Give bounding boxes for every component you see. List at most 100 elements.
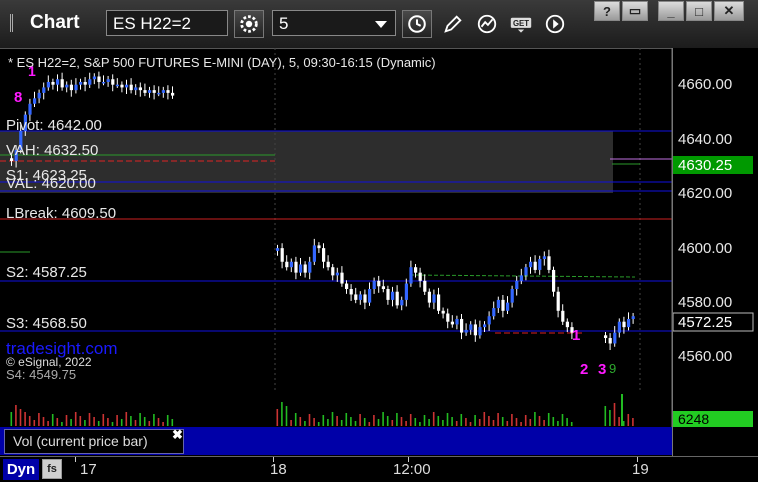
candle: [464, 329, 468, 333]
pivot-label: Pivot: 4642.00: [6, 117, 102, 134]
candle: [381, 286, 385, 289]
clock-button[interactable]: [402, 10, 432, 38]
candle: [608, 338, 612, 344]
minimize-button[interactable]: _: [658, 1, 684, 21]
link-button[interactable]: ▭: [622, 1, 648, 21]
volume-bar: [515, 418, 518, 426]
volume-bar: [400, 417, 403, 426]
s3-label: S3: 4568.50: [6, 315, 87, 332]
volume-bar: [405, 421, 407, 426]
candle: [446, 313, 450, 322]
dynamic-button[interactable]: Dyn: [3, 459, 39, 480]
sequence-marker: 1: [572, 327, 580, 344]
draw-button[interactable]: [438, 10, 468, 38]
sequence-marker: 8: [14, 89, 22, 106]
candle: [524, 267, 528, 276]
candle: [33, 98, 37, 104]
green-price-value: 4630.25: [678, 157, 732, 174]
volume-bar: [299, 417, 302, 426]
candle: [161, 90, 165, 93]
candle: [326, 261, 330, 268]
candle: [106, 79, 110, 82]
drag-grip-icon[interactable]: [10, 14, 23, 32]
candle: [622, 321, 626, 328]
fs-icon[interactable]: fs: [42, 459, 62, 479]
volume-bar: [478, 419, 481, 426]
volume-bar: [331, 412, 334, 426]
volume-legend[interactable]: Vol (current price bar): [4, 429, 184, 454]
candle: [37, 92, 41, 99]
candle: [340, 272, 344, 284]
maximize-button[interactable]: □: [686, 1, 712, 21]
candle: [538, 259, 542, 270]
volume-bar: [442, 420, 444, 426]
candle: [363, 294, 367, 303]
interval-select[interactable]: 5: [272, 10, 396, 36]
candle: [51, 81, 55, 85]
volume-bar: [134, 420, 137, 426]
candle: [148, 90, 152, 93]
candle: [432, 294, 436, 303]
help-button[interactable]: ?: [594, 1, 620, 21]
get-button[interactable]: GET: [506, 10, 536, 38]
volume-bar: [529, 419, 532, 426]
get-icon: GET: [510, 17, 532, 33]
settings-button[interactable]: [234, 10, 264, 38]
volume-chart[interactable]: 6248: [0, 392, 758, 428]
sequence-marker: 3: [598, 361, 606, 378]
candle: [519, 275, 523, 281]
volume-bar: [391, 420, 394, 426]
candle: [506, 302, 510, 311]
volume-bar: [621, 394, 623, 426]
candle: [437, 294, 441, 311]
volume-bar: [613, 403, 616, 426]
volume-bar: [125, 412, 128, 426]
volume-bar: [363, 418, 366, 426]
volume-bar: [166, 415, 169, 426]
price-chart[interactable]: * ES H22=2, S&P 500 FUTURES E-MINI (DAY)…: [0, 48, 758, 392]
candle: [331, 267, 335, 276]
volume-bar: [65, 415, 68, 426]
volume-bar: [488, 416, 490, 426]
volume-bar: [79, 416, 82, 426]
candle: [368, 289, 372, 303]
interval-value: 5: [279, 14, 289, 33]
candle: [345, 283, 349, 289]
volume-value: 6248: [678, 411, 709, 427]
toolbar: Chart ES H22=2 5 GET ? ▭ _ □ ✕: [0, 0, 758, 49]
svg-text:GET: GET: [513, 19, 529, 28]
volume-bar: [622, 421, 625, 426]
candle: [529, 261, 533, 268]
studies-button[interactable]: [472, 10, 502, 38]
symbol-field[interactable]: ES H22=2: [106, 10, 228, 36]
volume-bar: [524, 415, 527, 426]
price-tick-label: 4640.00: [678, 131, 732, 148]
close-icon[interactable]: ✖: [172, 427, 183, 443]
candle: [92, 76, 96, 80]
volume-bar: [304, 421, 306, 426]
volume-bar: [396, 413, 398, 426]
candle: [395, 291, 399, 306]
volume-bar: [317, 422, 320, 426]
candle: [423, 280, 427, 292]
time-axis[interactable]: Dyn fs 17 18 12:00 19: [0, 456, 758, 482]
candle: [134, 87, 138, 91]
price-tick-label: 4660.00: [678, 76, 732, 93]
volume-bar: [285, 406, 288, 426]
volume-bar: [157, 418, 160, 426]
volume-bar: [552, 417, 555, 426]
clock-icon: [408, 15, 426, 33]
volume-bar: [56, 418, 59, 426]
close-button[interactable]: ✕: [714, 1, 744, 21]
volume-bar: [534, 412, 536, 426]
sequence-marker: 2: [580, 361, 588, 378]
candle: [125, 84, 129, 88]
volume-bar: [120, 419, 123, 426]
volume-bar: [483, 412, 486, 426]
candle: [111, 79, 115, 85]
candle: [166, 90, 170, 93]
candle: [120, 84, 124, 88]
price-axis[interactable]: [672, 48, 758, 392]
minimize-icon: _: [667, 3, 675, 19]
play-button[interactable]: [540, 10, 570, 38]
